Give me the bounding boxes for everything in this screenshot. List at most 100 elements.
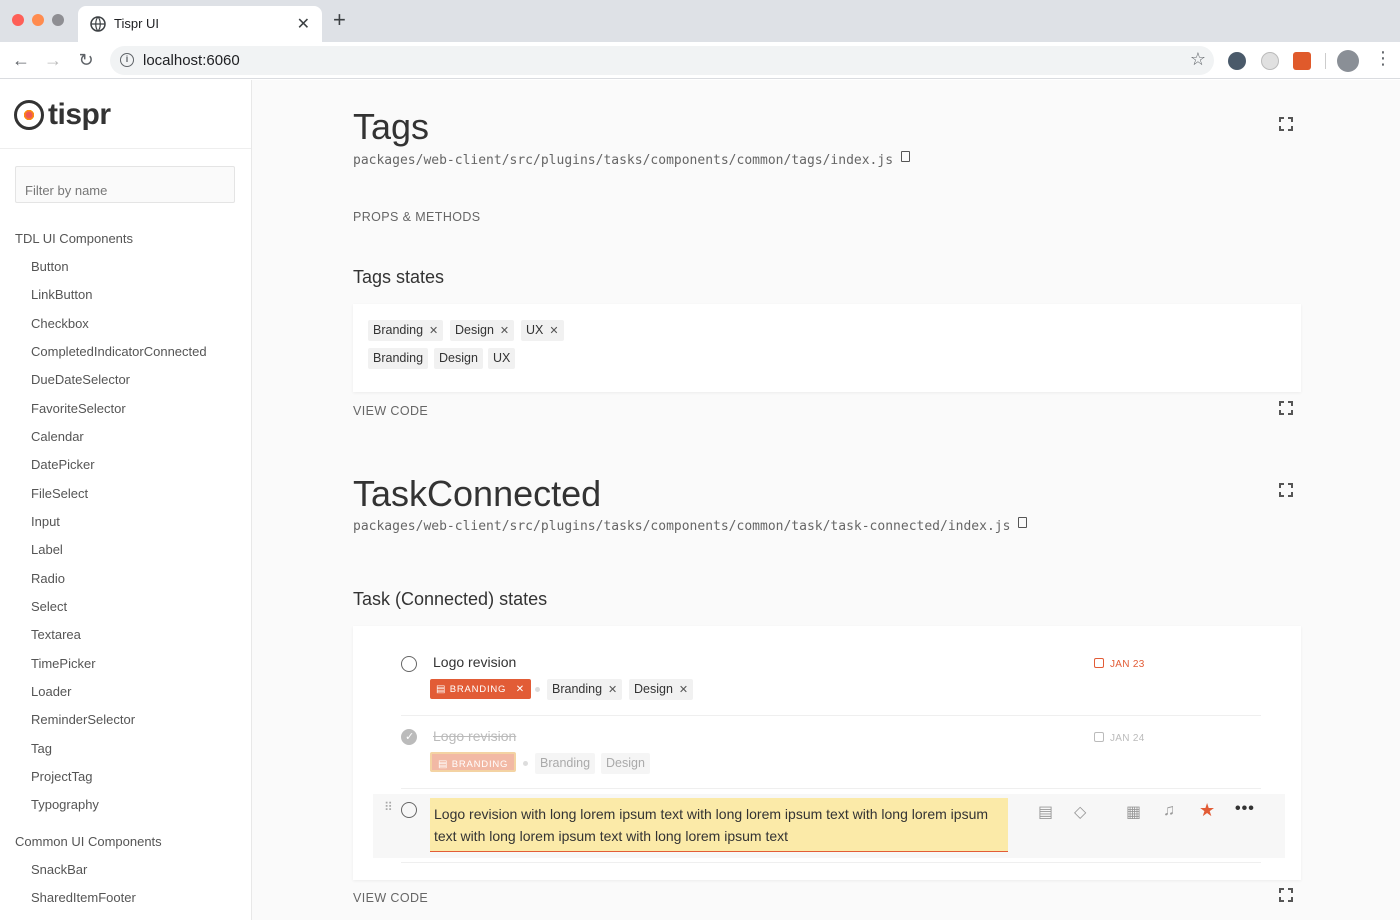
- drag-handle-icon[interactable]: ⠿: [384, 801, 393, 813]
- nav-item-fileselect[interactable]: FileSelect: [31, 486, 88, 501]
- props-methods-link[interactable]: PROPS & METHODS: [353, 210, 481, 224]
- task-checkbox[interactable]: [401, 656, 417, 672]
- nav-item-tag[interactable]: Tag: [31, 741, 52, 756]
- view-code-link[interactable]: VIEW CODE: [353, 404, 428, 418]
- browser-tab[interactable]: Tispr UI ✕: [78, 6, 322, 42]
- remove-project-icon[interactable]: ✕: [516, 684, 525, 695]
- profile-avatar[interactable]: [1337, 50, 1359, 72]
- toolbar-divider: [1325, 53, 1326, 69]
- project-tag-label: BRANDING: [449, 684, 507, 695]
- nav-item-favoriteselector[interactable]: FavoriteSelector: [31, 401, 126, 416]
- expand-icon[interactable]: [1279, 888, 1293, 902]
- nav-item-label[interactable]: Label: [31, 542, 63, 557]
- project-tag[interactable]: ▤ BRANDING ✕: [430, 679, 531, 699]
- calendar-icon: [1094, 658, 1104, 668]
- task-checkbox[interactable]: [401, 802, 417, 818]
- remove-tag-icon[interactable]: ✕: [679, 684, 688, 696]
- nav-item-projecttag[interactable]: ProjectTag: [31, 769, 92, 784]
- nav-item-linkbutton[interactable]: LinkButton: [31, 287, 92, 302]
- row-divider: [401, 715, 1261, 716]
- tag: UX ✕: [521, 320, 564, 341]
- nav-group-common[interactable]: Common UI Components: [15, 834, 162, 849]
- tag-label: Branding: [552, 682, 603, 696]
- site-info-icon[interactable]: i: [120, 53, 134, 67]
- task-checkbox-checked[interactable]: [401, 729, 417, 745]
- new-tab-button[interactable]: +: [333, 9, 346, 31]
- filter-input[interactable]: [15, 166, 235, 203]
- tab-title: Tispr UI: [114, 16, 160, 31]
- close-tab-icon[interactable]: ✕: [297, 14, 310, 34]
- nav-item-select[interactable]: Select: [31, 599, 67, 614]
- tag: Design: [434, 348, 483, 369]
- close-window-button[interactable]: [12, 14, 24, 26]
- tag-label: UX: [493, 351, 511, 365]
- copy-icon[interactable]: [1018, 517, 1028, 528]
- tag-label: Branding: [540, 756, 591, 770]
- browser-toolbar: ← → ↻ i localhost:6060 ☆ ⋮: [0, 42, 1400, 79]
- extension-icon[interactable]: [1228, 52, 1246, 70]
- expand-icon[interactable]: [1279, 401, 1293, 415]
- nav-item-button[interactable]: Button: [31, 259, 69, 274]
- nav-item-calendar[interactable]: Calendar: [31, 429, 84, 444]
- notes-icon[interactable]: ▤: [1038, 802, 1053, 822]
- view-code-link[interactable]: VIEW CODE: [353, 891, 428, 905]
- file-path-text: packages/web-client/src/plugins/tasks/co…: [353, 519, 1011, 534]
- bookmark-star-icon[interactable]: ☆: [1190, 49, 1206, 70]
- file-path-text: packages/web-client/src/plugins/tasks/co…: [353, 153, 894, 168]
- reload-icon[interactable]: ↻: [76, 50, 96, 70]
- back-icon[interactable]: ←: [11, 50, 31, 70]
- extension-icon[interactable]: [1261, 52, 1279, 70]
- browser-menu-icon[interactable]: ⋮: [1374, 48, 1392, 69]
- favorite-star-icon[interactable]: ★: [1199, 800, 1215, 821]
- extension-icon[interactable]: [1293, 52, 1311, 70]
- more-options-icon[interactable]: •••: [1235, 800, 1255, 818]
- divider: [0, 148, 251, 149]
- forward-icon[interactable]: →: [43, 50, 63, 70]
- tag: Design ✕: [629, 679, 694, 700]
- nav-item-snackbar[interactable]: SnackBar: [31, 862, 87, 877]
- project-tag[interactable]: ▤ BRANDING: [430, 752, 517, 772]
- remove-tag-icon[interactable]: ✕: [549, 325, 558, 337]
- remove-tag-icon[interactable]: ✕: [608, 684, 617, 696]
- tag-label: Design: [606, 756, 645, 770]
- copy-icon[interactable]: [901, 151, 911, 162]
- browser-tab-bar: Tispr UI ✕ +: [0, 0, 1400, 42]
- tag: Design: [601, 753, 650, 774]
- nav-item-reminderselector[interactable]: ReminderSelector: [31, 712, 135, 727]
- expand-icon[interactable]: [1279, 117, 1293, 131]
- nav-item-input[interactable]: Input: [31, 514, 60, 529]
- nav-item-duedateselector[interactable]: DueDateSelector: [31, 372, 130, 387]
- nav-group-tdl[interactable]: TDL UI Components: [15, 231, 133, 246]
- nav-item-typography[interactable]: Typography: [31, 797, 99, 812]
- section-title-tags: Tags: [353, 106, 430, 147]
- nav-item-completedindicator[interactable]: CompletedIndicatorConnected: [31, 344, 207, 359]
- nav-item-loader[interactable]: Loader: [31, 684, 71, 699]
- nav-item-radio[interactable]: Radio: [31, 571, 65, 586]
- due-date[interactable]: JAN 24: [1094, 732, 1145, 744]
- task-example-card: Logo revision JAN 23 ▤ BRANDING ✕ Brandi…: [353, 626, 1301, 880]
- nav-item-timepicker[interactable]: TimePicker: [31, 656, 96, 671]
- zoom-window-button[interactable]: [52, 14, 64, 26]
- tag-icon[interactable]: ◇: [1074, 802, 1086, 822]
- remove-tag-icon[interactable]: ✕: [500, 325, 509, 337]
- due-date-text: JAN 23: [1110, 659, 1145, 670]
- tag-label: Design: [455, 323, 494, 337]
- due-date[interactable]: JAN 23: [1094, 658, 1145, 670]
- nav-item-textarea[interactable]: Textarea: [31, 627, 81, 642]
- tag: Branding: [368, 348, 429, 369]
- calendar-icon[interactable]: ▦: [1126, 802, 1141, 822]
- nav-item-checkbox[interactable]: Checkbox: [31, 316, 89, 331]
- task-title[interactable]: Logo revision: [433, 654, 516, 670]
- task-title[interactable]: Logo revision: [433, 728, 516, 744]
- address-bar[interactable]: i localhost:6060 ☆: [110, 46, 1214, 75]
- nav-item-datepicker[interactable]: DatePicker: [31, 457, 95, 472]
- tispr-logo[interactable]: tispr: [14, 98, 111, 132]
- task-title-input[interactable]: Logo revision with long lorem ipsum text…: [430, 798, 1008, 852]
- remove-tag-icon[interactable]: ✕: [429, 325, 438, 337]
- bell-icon[interactable]: ♫: [1163, 802, 1175, 820]
- expand-icon[interactable]: [1279, 483, 1293, 497]
- minimize-window-button[interactable]: [32, 14, 44, 26]
- nav-item-shareditemfooter[interactable]: SharedItemFooter: [31, 890, 136, 905]
- tag: UX: [488, 348, 516, 369]
- separator-dot: [535, 687, 540, 692]
